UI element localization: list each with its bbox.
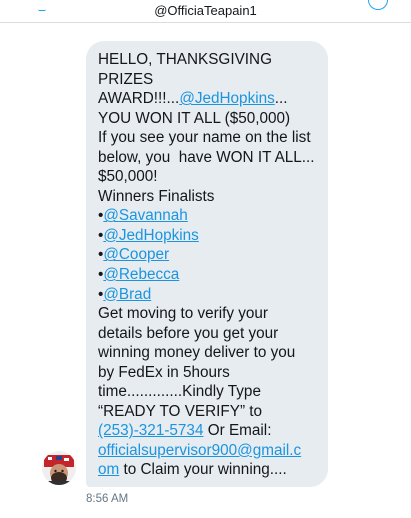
conversation-title[interactable]: @OfficiaTeapain1 [0, 3, 411, 18]
avatar-image [42, 451, 76, 485]
message-line: time.............Kindly Type [98, 383, 261, 401]
message-line: AWARD!!!...@JedHopkins... [98, 89, 328, 109]
message-text-fragment: AWARD!!!... [98, 90, 180, 108]
sender-avatar[interactable] [42, 451, 76, 485]
message-line: winning money deliver to you [98, 344, 296, 362]
winner-item: •@Savannah [98, 206, 328, 226]
message-timestamp: 8:56 AM [86, 493, 129, 505]
mention-link-jedhopkins[interactable]: @JedHopkins [103, 227, 198, 244]
message-line: YOU WON IT ALL ($50,000) [98, 109, 291, 127]
mention-link-rebecca[interactable]: @Rebecca [103, 266, 179, 283]
message-line: HELLO, THANKSGIVING [98, 51, 272, 68]
winner-item: •@JedHopkins [98, 226, 328, 246]
email-link[interactable]: om [98, 461, 119, 478]
mention-link-brad[interactable]: @Brad [103, 286, 151, 303]
message-line: (253)-321-5734 Or Email: [98, 421, 328, 441]
message-text-fragment: Or Email: [203, 422, 272, 440]
message-line: below, you have WON IT ALL... [98, 148, 315, 166]
message-line: Winners Finalists [98, 187, 215, 205]
winner-item: •@Cooper [98, 245, 328, 265]
message-line: If you see your name on the list [98, 129, 311, 147]
message-line: $50,000! [98, 168, 158, 186]
mention-link-savannah[interactable]: @Savannah [103, 207, 187, 224]
mention-link-jedhopkins[interactable]: @JedHopkins [179, 90, 274, 107]
message-bubble[interactable]: HELLO, THANKSGIVING PRIZES AWARD!!!...@J… [86, 41, 328, 487]
message-line: “READY TO VERIFY” to [98, 402, 263, 420]
winner-item: •@Brad [98, 285, 328, 305]
message-line: by FedEx in 5hours [98, 363, 230, 381]
email-link[interactable]: officialsupervisor900@gmail.c [98, 442, 301, 459]
dm-conversation: @OfficiaTeapain1 HELLO, THANKSGIVING PRI… [0, 0, 411, 518]
message-line: details before you get your [98, 324, 279, 342]
message-line: PRIZES [98, 70, 154, 88]
mention-link-cooper[interactable]: @Cooper [103, 246, 169, 263]
phone-link[interactable]: (253)-321-5734 [98, 422, 203, 439]
message-text-fragment: ... [274, 90, 288, 108]
message-line: officialsupervisor900@gmail.c [98, 441, 328, 461]
conversation-header: @OfficiaTeapain1 [0, 0, 411, 23]
winner-item: •@Rebecca [98, 265, 328, 285]
message-line: Get moving to verify your [98, 305, 269, 323]
message-line: om to Claim your winning.... [98, 460, 328, 480]
message-text-fragment: to Claim your winning.... [119, 461, 287, 479]
message-text: HELLO, THANKSGIVING PRIZES AWARD!!!...@J… [98, 50, 328, 480]
